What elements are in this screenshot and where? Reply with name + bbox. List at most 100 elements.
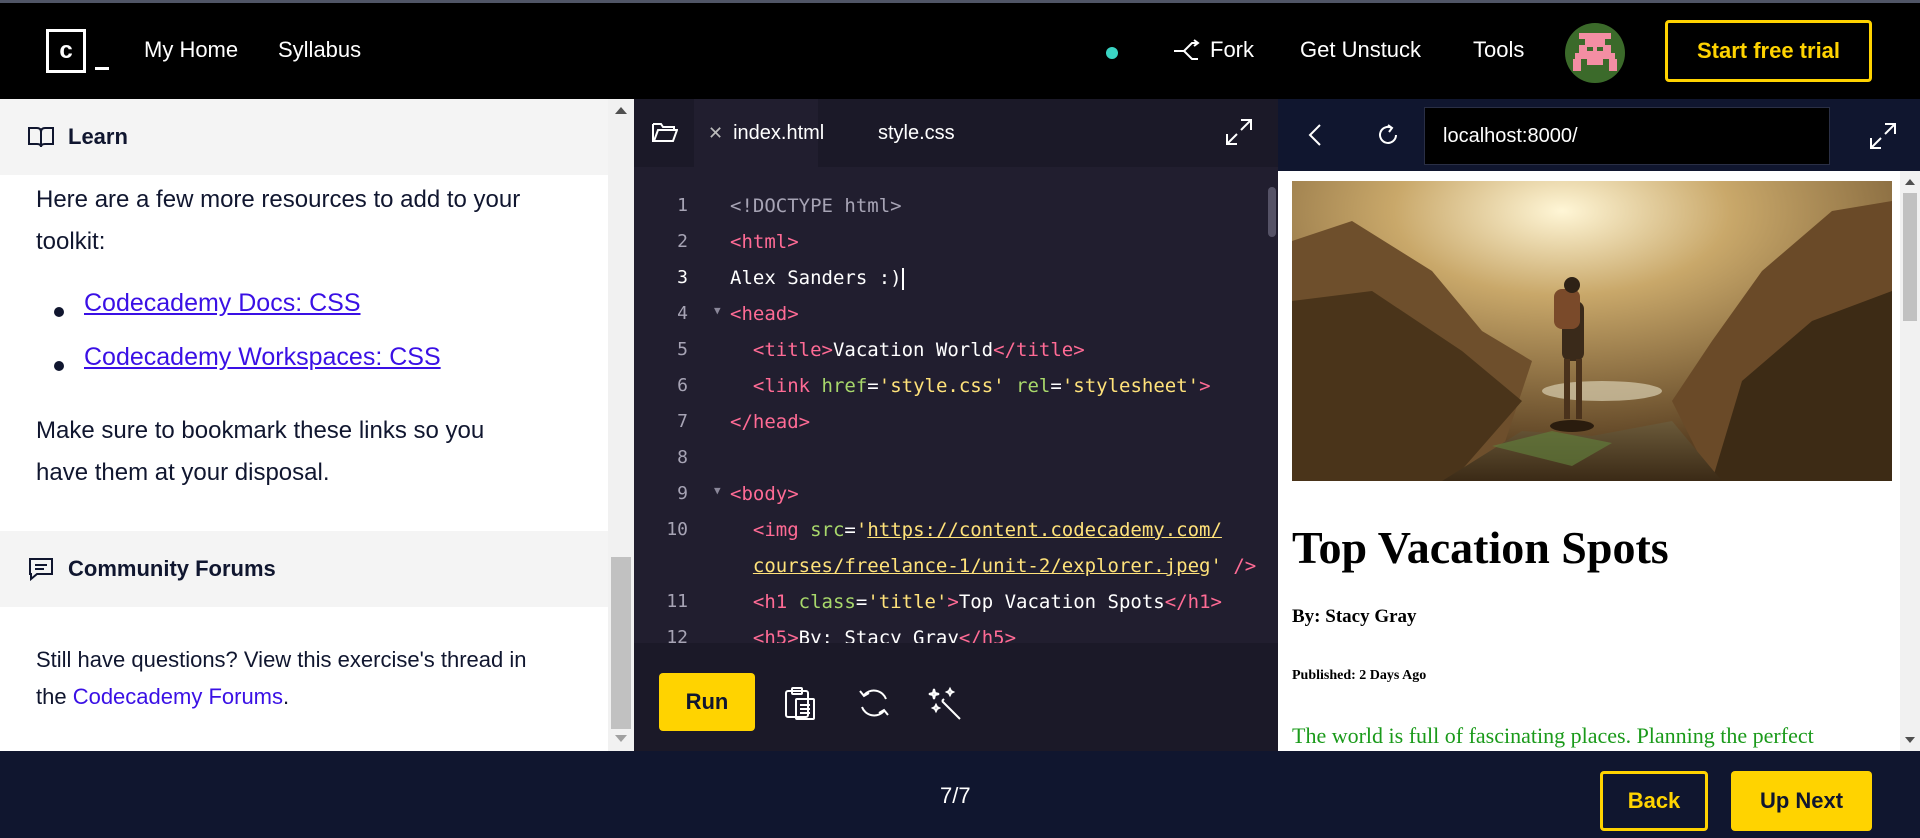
code-token: </h5> xyxy=(958,627,1017,643)
editor-scrollbar[interactable] xyxy=(1268,187,1276,237)
magic-wand-icon[interactable] xyxy=(928,685,964,721)
line-number: 8 xyxy=(677,447,688,468)
fork-icon[interactable] xyxy=(1172,37,1200,65)
forums-text: Still have questions? View this exercise… xyxy=(36,641,576,715)
nav-my-home[interactable]: My Home xyxy=(144,37,238,63)
run-button[interactable]: Run xyxy=(659,673,755,731)
logo-underscore xyxy=(95,67,109,70)
line-number: 10 xyxy=(666,519,688,540)
code-line-3: Alex Sanders :) xyxy=(730,267,904,290)
tools-button[interactable]: Tools xyxy=(1473,37,1524,63)
forums-line-1: Still have questions? View this exercise… xyxy=(36,647,527,672)
scroll-thumb[interactable] xyxy=(611,557,631,729)
scroll-down-arrow[interactable] xyxy=(615,735,627,742)
code-token: src xyxy=(810,519,845,541)
line-number: 4 xyxy=(677,303,688,324)
code-line-10-wrap: courses/freelance-1/unit-2/explorer.jpeg… xyxy=(730,555,1256,577)
forums-suffix: . xyxy=(283,684,290,709)
code-line-2: <html> xyxy=(730,231,799,253)
site-byline: By: Stacy Gray xyxy=(1292,606,1417,627)
learn-scrollbar[interactable] xyxy=(608,99,634,751)
code-token: 'stylesheet' xyxy=(1061,375,1200,397)
bookmark-line-1: Make sure to bookmark these links so you xyxy=(36,417,485,444)
browser-toolbar: localhost:8000/ xyxy=(1278,99,1920,171)
bullet xyxy=(54,361,64,371)
scroll-up-arrow[interactable] xyxy=(615,107,627,114)
nav-syllabus[interactable]: Syllabus xyxy=(278,37,361,63)
back-button[interactable]: Back xyxy=(1600,771,1708,831)
line-number: 3 xyxy=(677,267,688,288)
expand-editor-icon[interactable] xyxy=(1226,119,1252,145)
refresh-icon[interactable] xyxy=(1376,124,1400,146)
url-bar[interactable]: localhost:8000/ xyxy=(1424,107,1830,165)
line-number: 7 xyxy=(677,411,688,432)
line-number: 12 xyxy=(666,627,688,643)
code-token: = xyxy=(844,519,856,541)
codecademy-forums-link[interactable]: Codecademy Forums xyxy=(73,684,283,709)
code-token: rel xyxy=(1004,375,1051,397)
web-page: Top Vacation Spots By: Stacy Gray Publis… xyxy=(1278,171,1920,751)
clipboard-icon[interactable] xyxy=(782,685,818,721)
fork-button[interactable]: Fork xyxy=(1210,37,1254,63)
code-token: 'title' xyxy=(867,591,948,613)
line-number: 5 xyxy=(677,339,688,360)
fold-arrow-icon[interactable]: ▼ xyxy=(714,304,721,317)
code-token: courses/freelance-1/unit-2/explorer.jpeg xyxy=(752,555,1211,577)
page-indicator: 7/7 xyxy=(940,783,971,808)
folder-icon[interactable] xyxy=(652,121,678,143)
code-token: Top Vacation Spots xyxy=(958,591,1165,613)
code-line-7: </head> xyxy=(730,411,810,433)
tab-style-css[interactable]: style.css xyxy=(878,99,955,167)
code-token: class xyxy=(798,591,856,613)
start-free-trial-button[interactable]: Start free trial xyxy=(1665,20,1872,82)
site-paragraph: The world is full of fascinating places.… xyxy=(1292,723,1814,748)
line-number: 6 xyxy=(677,375,688,396)
workspaces-css-link[interactable]: Codecademy Workspaces: CSS xyxy=(84,343,441,372)
tab-index-html[interactable]: ✕ index.html xyxy=(694,99,824,167)
status-dot xyxy=(1106,47,1118,59)
scroll-up-arrow[interactable] xyxy=(1905,179,1915,185)
code-line-10: <img src='https://content.codecademy.com… xyxy=(730,519,1222,541)
code-token: href xyxy=(821,375,868,397)
code-token: Vacation World xyxy=(832,339,994,361)
text-cursor xyxy=(901,267,904,290)
bookmark-line-2: have them at your disposal. xyxy=(36,459,330,486)
reset-icon[interactable] xyxy=(856,685,892,721)
chat-icon xyxy=(29,558,53,581)
tab-label: index.html xyxy=(733,121,825,144)
intro-line-2: toolkit: xyxy=(36,228,106,255)
browser-preview: localhost:8000/ Top Vacation Spots By: S… xyxy=(1278,99,1920,751)
avatar[interactable] xyxy=(1565,23,1625,83)
back-arrow-icon[interactable] xyxy=(1308,124,1322,146)
code-token: = xyxy=(867,375,879,397)
code-token: /> xyxy=(1221,555,1257,577)
scroll-thumb[interactable] xyxy=(1903,193,1917,321)
code-token: </head> xyxy=(730,411,811,433)
intro-text: Here are a few more resources to add to … xyxy=(36,179,520,263)
get-unstuck-button[interactable]: Get Unstuck xyxy=(1300,37,1421,63)
site-published: Published: 2 Days Ago xyxy=(1292,668,1427,683)
docs-css-link[interactable]: Codecademy Docs: CSS xyxy=(84,289,361,318)
code-token: > xyxy=(1199,375,1211,397)
code-line-6: <link href='style.css' rel='stylesheet'> xyxy=(730,375,1211,397)
close-tab-icon[interactable]: ✕ xyxy=(708,123,723,144)
preview-scrollbar[interactable] xyxy=(1900,171,1920,751)
scroll-down-arrow[interactable] xyxy=(1905,737,1915,743)
code-line-1: <!DOCTYPE html> xyxy=(730,195,902,217)
site-title: Top Vacation Spots xyxy=(1292,522,1669,573)
codecademy-logo[interactable]: c xyxy=(46,29,110,77)
up-next-button[interactable]: Up Next xyxy=(1731,771,1872,831)
avatar-pixel-art xyxy=(1573,33,1617,71)
code-token: = xyxy=(855,591,868,613)
code-area[interactable]: 1 2 3 4 5 6 7 8 9 10 11 12 ▼ ▼ <!DOCTYPE… xyxy=(634,183,1278,643)
expand-browser-icon[interactable] xyxy=(1870,123,1896,149)
code-token: https://content.codecademy.com/ xyxy=(867,519,1222,541)
learn-header: Learn xyxy=(0,99,608,175)
code-editor: ✕ index.html style.css 1 2 3 4 5 6 7 8 9… xyxy=(634,99,1278,751)
code-line-4: <head> xyxy=(730,303,799,325)
fold-arrow-icon[interactable]: ▼ xyxy=(714,484,721,497)
